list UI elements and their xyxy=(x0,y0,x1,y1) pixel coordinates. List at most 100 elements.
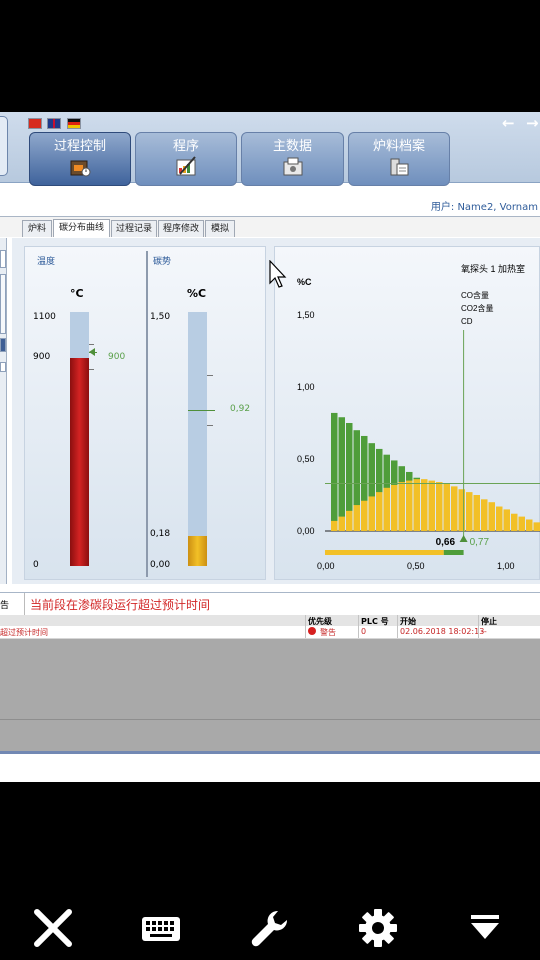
y-tick-label: 0,50 xyxy=(297,454,315,464)
chart-bar-yellow xyxy=(511,513,518,531)
x-tick-label: 1,00 xyxy=(497,561,515,571)
remote-screen: ← → 过程控制 程序 主数据 炉料档案 用户: Name2, Vornam 炉… xyxy=(0,112,540,782)
chart-bar-yellow xyxy=(428,480,435,531)
dropdown-icon[interactable] xyxy=(463,906,507,950)
y-tick-label: 1,00 xyxy=(297,382,315,392)
nav-button-label: 程序 xyxy=(172,139,199,154)
status-divider xyxy=(24,593,25,615)
window-bottom-border xyxy=(0,751,540,754)
alarm-text: 超过预计时间 xyxy=(0,628,48,637)
wrench-icon[interactable] xyxy=(248,906,292,950)
tab-charge[interactable]: 炉料 xyxy=(22,220,52,237)
chart-bar-yellow xyxy=(338,516,345,531)
temperature-tick-max: 1100 xyxy=(33,312,56,322)
cn-flag-icon[interactable] xyxy=(28,118,42,129)
chart-bar-yellow xyxy=(376,492,383,531)
uk-flag-icon[interactable] xyxy=(47,118,61,129)
gear-icon[interactable] xyxy=(356,906,400,950)
carbon-profile-chart: %C 氧探头 1 加热室 CO含量 CO2含量 CD 1,50 1,00 0,50 0,00 0,… xyxy=(297,263,540,571)
chart-bar-yellow xyxy=(331,520,338,531)
legend-entry: CO2含量 xyxy=(461,303,493,313)
program-edit-icon xyxy=(176,156,196,176)
chart-bar-yellow xyxy=(421,479,428,531)
tab-carbon-profile[interactable]: 碳分布曲线 xyxy=(53,219,110,237)
chart-bar-yellow xyxy=(533,522,540,531)
user-bar: 用户: Name2, Vornam xyxy=(0,188,540,216)
table-row[interactable]: 超过预计时间 警告 0 02.06.2018 18:02:13 -- xyxy=(0,626,540,639)
temperature-minor-tick xyxy=(89,369,94,370)
alarm-stop: -- xyxy=(481,627,487,636)
left-tool-button[interactable] xyxy=(0,338,6,352)
chart-bar-yellow xyxy=(481,499,488,531)
master-data-icon xyxy=(283,157,302,176)
column-divider xyxy=(397,615,398,638)
left-tool-button[interactable] xyxy=(0,250,6,268)
de-flag-icon[interactable] xyxy=(67,118,81,129)
carbon-unit: %C xyxy=(187,287,207,300)
chart-bar-yellow xyxy=(361,500,368,531)
temperature-tick-min: 0 xyxy=(33,560,39,570)
chart-bar-yellow xyxy=(353,505,360,531)
left-tool-button[interactable] xyxy=(0,362,6,372)
left-tool-button[interactable] xyxy=(0,274,6,334)
keyboard-icon[interactable] xyxy=(139,906,183,950)
alarm-plc: 0 xyxy=(361,627,367,636)
chart-bar-yellow xyxy=(391,484,398,531)
carbon-profile-panel: %C 氧探头 1 加热室 CO含量 CO2含量 CD 1,50 1,00 0,50 0,00 0,… xyxy=(274,246,540,580)
user-label: 用户: Name2, Vornam xyxy=(430,202,538,213)
chart-bar-yellow xyxy=(503,509,510,531)
temperature-minor-tick xyxy=(89,344,94,345)
chart-bar-yellow xyxy=(473,495,480,531)
temperature-marker-arrow xyxy=(89,348,95,356)
current-value-label: 0,66 xyxy=(436,537,456,548)
chart-bar-yellow xyxy=(443,483,450,531)
carbon-tick-min: 0,00 xyxy=(150,560,171,570)
tab-program-modify[interactable]: 程序修改 xyxy=(158,220,204,237)
top-toolbar: ← → 过程控制 程序 主数据 炉料档案 xyxy=(0,112,540,186)
carbon-tick-fill: 0,18 xyxy=(150,529,171,539)
nav-button-master-data[interactable]: 主数据 xyxy=(241,132,344,186)
carbon-minor-tick xyxy=(207,375,213,376)
chart-bar-yellow xyxy=(518,516,525,531)
y-axis-label: %C xyxy=(297,277,312,287)
nav-button-charge-archive[interactable]: 炉料档案 xyxy=(348,132,450,186)
chart-bar-green xyxy=(338,417,345,531)
column-divider xyxy=(358,615,359,638)
x-tick-label: 0,00 xyxy=(317,561,335,571)
temperature-tick-set: 900 xyxy=(33,352,51,362)
tab-simulation[interactable]: 模拟 xyxy=(205,220,235,237)
status-message: 当前段在渗碳段运行超过预计时间 xyxy=(30,598,211,612)
forward-arrow-icon[interactable]: → xyxy=(526,114,539,132)
alarm-priority: 警告 xyxy=(320,628,336,637)
nav-button-label: 主数据 xyxy=(272,139,312,154)
column-divider xyxy=(305,615,306,638)
nav-button-program[interactable]: 程序 xyxy=(135,132,237,186)
tab-bar: 炉料 碳分布曲线 过程记录 程序修改 模拟 xyxy=(0,216,540,237)
nav-button-process-control[interactable]: 过程控制 xyxy=(29,132,131,186)
chart-bar-yellow xyxy=(406,480,413,531)
alarm-warning-icon xyxy=(308,627,316,635)
x-tick-label: 0,50 xyxy=(407,561,425,571)
alarm-list: 优先级 PLC 号 开始 停止 超过预计时间 警告 0 02.06.2018 1… xyxy=(0,615,540,751)
carbon-minor-tick xyxy=(207,425,213,426)
chart-bar-yellow xyxy=(383,487,390,531)
left-panel-handle[interactable] xyxy=(0,116,8,176)
carbon-tube xyxy=(188,312,207,566)
back-arrow-icon[interactable]: ← xyxy=(502,114,515,132)
tab-process-log[interactable]: 过程记录 xyxy=(111,220,157,237)
marker-arrow-icon xyxy=(459,535,468,542)
close-icon[interactable] xyxy=(31,906,75,950)
furnace-icon xyxy=(70,160,91,177)
chart-bar-yellow xyxy=(413,479,420,531)
temperature-fill xyxy=(70,358,89,566)
carbon-marker-line xyxy=(188,410,215,412)
chart-bar-yellow xyxy=(368,496,375,531)
chart-bar-yellow xyxy=(488,502,495,531)
chart-bar-yellow xyxy=(451,486,458,531)
chart-bar-yellow xyxy=(436,482,443,531)
legend-entry: CO含量 xyxy=(461,290,489,300)
gray-divider xyxy=(0,719,540,720)
chart-bar-yellow xyxy=(526,519,533,531)
column-divider xyxy=(478,615,479,638)
y-tick-label: 1,50 xyxy=(297,310,315,320)
